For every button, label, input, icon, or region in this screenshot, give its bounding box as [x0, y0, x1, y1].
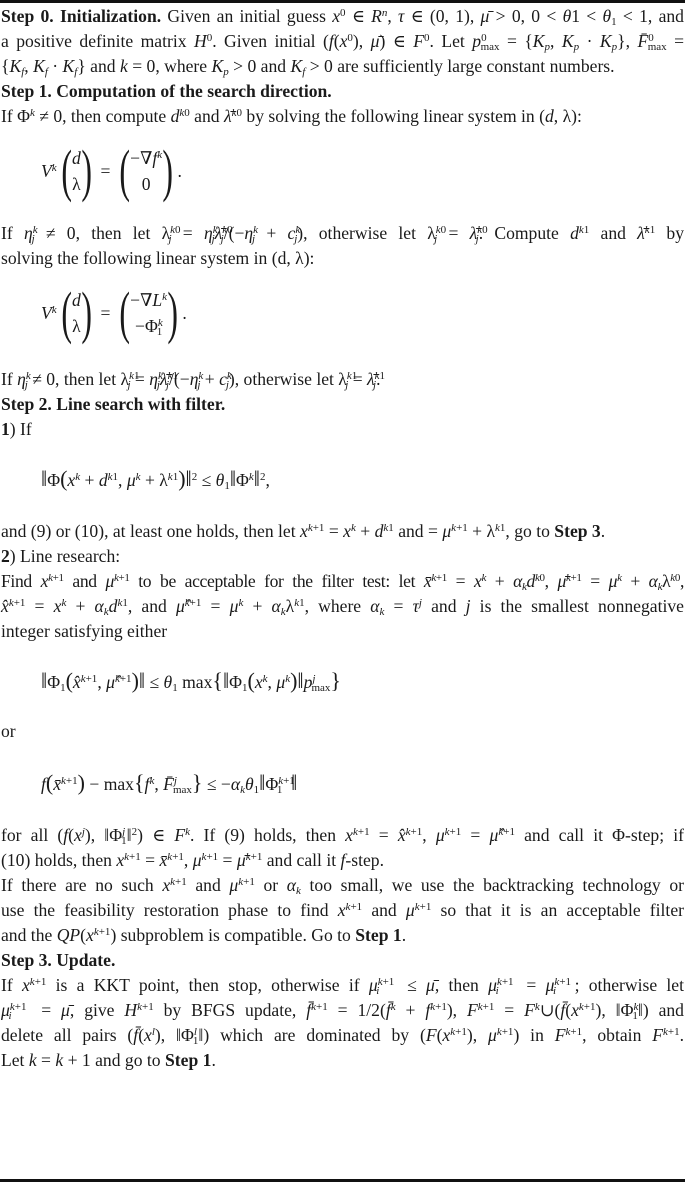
- equation-linear-system-1: Vk (d λ) = (−∇fk 0).: [41, 138, 182, 203]
- step-2-nosuch-line-3: and the QP(xk+1) subproblem is compatibl…: [1, 925, 407, 945]
- step-0-line-3: {Kf, Kf · Kf} and k = 0, where Kp > 0 an…: [1, 56, 615, 78]
- step-3-title: Step 3. Update.: [1, 950, 116, 970]
- step-2-nosuch-line-1: If there are no such xk+1 and μk+1 or αk…: [1, 875, 685, 897]
- step-2-find-line-2: x̂k+1 = xk + αkdk1, and μ̂k+1 = μk + αkλ…: [1, 596, 684, 618]
- eq1-lhs: Vk: [41, 160, 57, 181]
- step-2-find-line-3: integer satisfying either: [1, 621, 168, 641]
- step-3-line-3: delete all pairs (f̄(xl), ‖Φl1‖) which a…: [1, 1025, 685, 1047]
- step-3-line-2: μk+1i = μ̄, give Hk+1 by BFGS update, f̄…: [1, 1000, 684, 1022]
- equation-linear-system-2: Vk (d λ) = (−∇Lk −Φk1).: [41, 280, 187, 345]
- step-3-section: Step 3. Update. If xk+1 is a KKT point, …: [1, 948, 684, 1073]
- goto-step-1-ref-a: Step 1: [355, 925, 402, 945]
- bottom-rule: [0, 1179, 685, 1182]
- step-1-outro: If ηkj ≠ 0, then let λk1j = ηkjλ̄k1j/(−η…: [1, 369, 386, 391]
- step-1-middle-line-2: solving the following linear system in (…: [1, 248, 315, 268]
- top-rule: [0, 0, 685, 3]
- goto-step-1-ref-b: Step 1: [165, 1050, 212, 1070]
- step-2-forall-line-2: (10) holds, then xk+1 = x̄k+1, μk+1 = μ̄…: [1, 850, 385, 870]
- step-1-title: Step 1. Computation of the search direct…: [1, 81, 332, 101]
- step-1-middle-line-1: If ηkj ≠ 0, then let λk0j = ηkjλ̄k0j/(−η…: [1, 223, 685, 245]
- step-2-nosuch-line-2: use the feasibility restoration phase to…: [1, 900, 684, 920]
- step-3-line-1: If xk+1 is a KKT point, then stop, other…: [1, 975, 684, 997]
- step-2-title: Step 2. Line search with filter.: [1, 394, 226, 414]
- goto-step-3-ref: Step 3: [554, 521, 601, 541]
- step-0-title: Step 0. Initialization.: [1, 6, 162, 26]
- step-0-line-1: Step 0. Initialization. Given an initial…: [1, 6, 684, 28]
- equation-10-f-condition: f(x̄k+1) − max{fk, F̄jmax} ≤ −αkθ1‖Φk+11…: [41, 770, 298, 796]
- step-2-item-2: 2) Line research:: [1, 546, 121, 566]
- step-2-after-eq3: and (9) or (10), at least one holds, the…: [1, 521, 606, 541]
- step-2-forall-line-1: for all (f(xj), ‖Φj1‖2) ∈ Fk. If (9) hol…: [1, 825, 684, 847]
- algorithm-document: Step 0. Initialization. Given an initial…: [1, 4, 684, 1073]
- equation-9-phi-condition: ‖Φ1(x̂k+1, μ̂k+1)‖ ≤ θ1 max{‖Φ1(xk, μk)‖…: [41, 668, 341, 694]
- step-0-line-2: a positive definite matrix H0. Given ini…: [1, 31, 685, 53]
- step-2-section: Step 2. Line search with filter. 1) If ‖…: [1, 392, 684, 948]
- step-2-item-1: 1) If: [1, 419, 32, 439]
- step-1-intro: If Φk ≠ 0, then compute dk0 and λ̄k0 by …: [1, 106, 582, 126]
- step-2-find-line-1: Find xk+1 and μk+1 to be acceptable for …: [1, 571, 685, 593]
- equation-3-filter-condition: ‖Φ(xk + dk1, μk + λk1)‖2 ≤ θ1‖Φk‖2,: [41, 466, 270, 492]
- step-1-section: Step 1. Computation of the search direct…: [1, 79, 684, 392]
- step-0-section: Step 0. Initialization. Given an initial…: [1, 4, 684, 79]
- or-label: or: [1, 721, 16, 741]
- step-3-line-4: Let k = k + 1 and go to Step 1.: [1, 1050, 216, 1070]
